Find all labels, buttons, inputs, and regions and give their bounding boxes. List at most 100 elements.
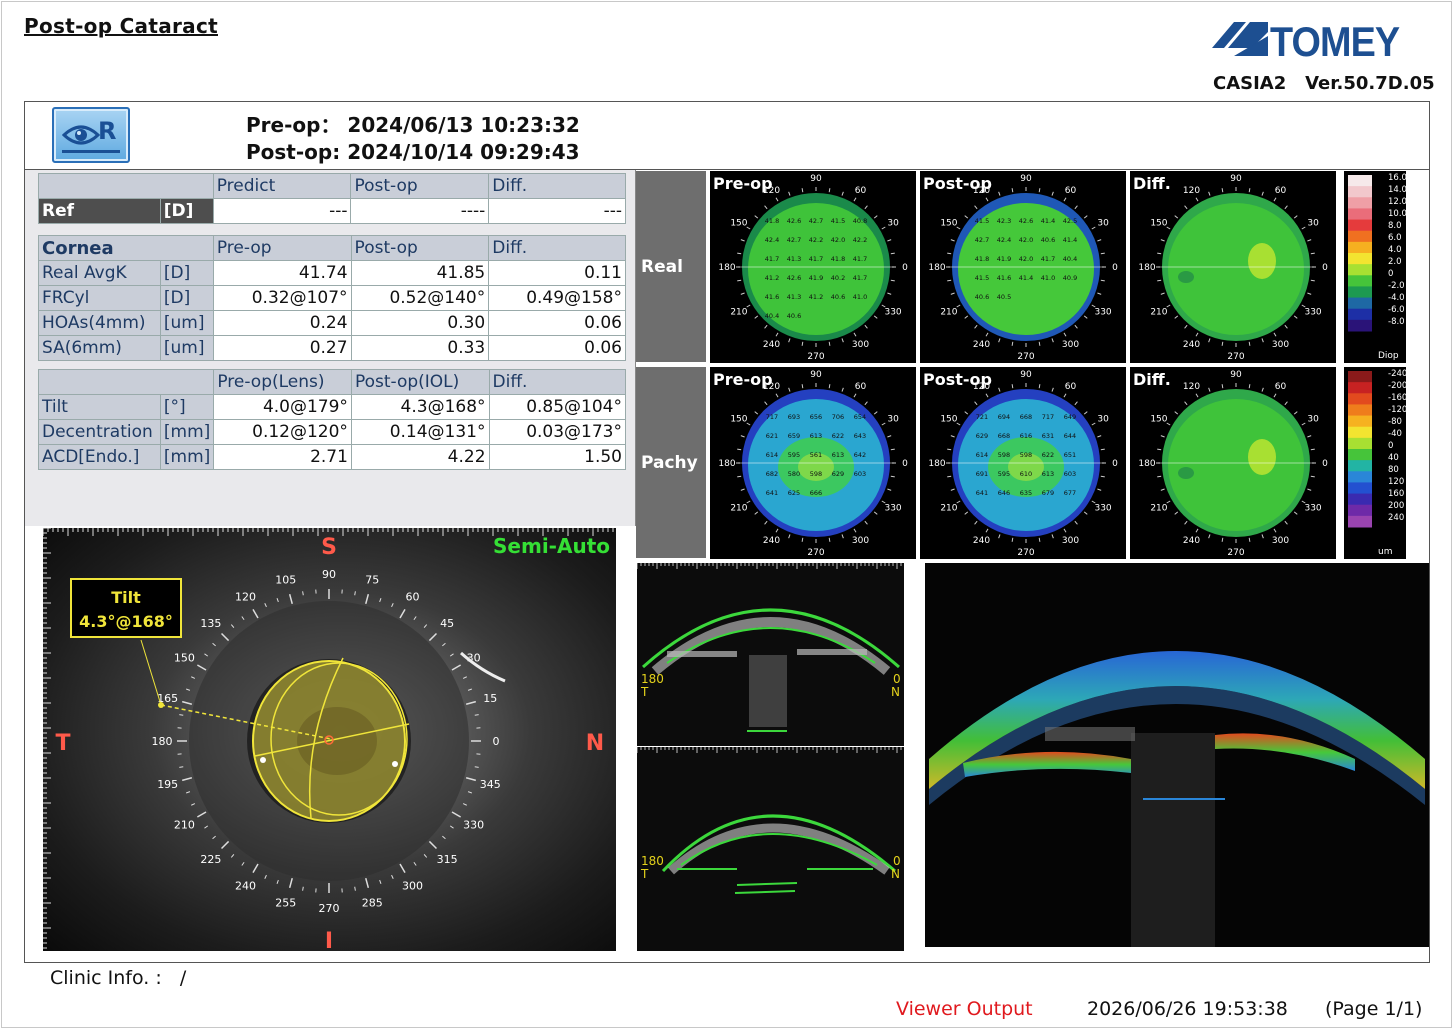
dial-tick bbox=[467, 791, 473, 794]
map-value: 598 bbox=[1020, 451, 1032, 459]
cornea-table: Cornea Pre-op Post-op Diff. Real AvgK [D… bbox=[38, 235, 626, 361]
map-tick bbox=[737, 448, 742, 451]
map-tick bbox=[985, 393, 989, 398]
map-tick bbox=[1261, 534, 1264, 539]
map-tick bbox=[864, 520, 868, 525]
map-row-pachy[interactable]: Pachy bbox=[636, 367, 706, 558]
oct-scan-vertical[interactable]: 180 T 0 N bbox=[637, 747, 904, 951]
oct-scan-horizontal[interactable]: 180 T 0 N bbox=[637, 563, 904, 746]
pachy-diff-map[interactable]: Diff. 90 60 30 0 330 300 270 240 210 180 150 120 bbox=[1130, 367, 1336, 559]
real-diff-map[interactable]: Diff. 90 60 30 0 330 300 270 240 210 180 150 120 bbox=[1130, 171, 1336, 363]
map-tick bbox=[853, 332, 857, 337]
map-tick bbox=[1310, 475, 1315, 478]
scale-tick: -160 bbox=[1388, 393, 1406, 403]
map-value: 677 bbox=[1064, 489, 1076, 497]
dial-tick bbox=[442, 835, 446, 840]
map-value: 646 bbox=[998, 489, 1010, 497]
map-tick bbox=[1063, 197, 1067, 202]
scale-tick: -200 bbox=[1388, 381, 1406, 391]
map-tick bbox=[1083, 511, 1088, 515]
ref-label: Ref bbox=[38, 198, 161, 224]
map-tick bbox=[998, 191, 1001, 196]
scale-swatch bbox=[1348, 186, 1372, 198]
map-row-real[interactable]: Real bbox=[636, 171, 706, 362]
anterior-eye-photo[interactable]: 105 90 75 120 60 135 45 150 30 165 15 180 0 195 345 210… bbox=[43, 528, 616, 951]
exam-header bbox=[25, 102, 1429, 170]
map-axis-label: 300 bbox=[1062, 340, 1079, 350]
map-value: 691 bbox=[976, 470, 988, 478]
row-label: SA(6mm) bbox=[38, 335, 161, 361]
map-value: 629 bbox=[976, 432, 988, 440]
refraction-table: Predict Post-op Diff. Ref [D] --- ---- -… bbox=[38, 173, 626, 224]
map-tick bbox=[1051, 534, 1054, 539]
map-tick bbox=[737, 252, 742, 255]
pachy-scale: -240 -200 -160 -120 -80 -40 0 40 80 120 160 200 240 u… bbox=[1344, 367, 1407, 559]
map-value: 595 bbox=[788, 451, 800, 459]
map-tick bbox=[985, 197, 989, 202]
oct-bottom-right-side: N bbox=[891, 867, 900, 881]
map-tick bbox=[1100, 475, 1105, 478]
map-tick bbox=[1301, 422, 1306, 426]
map-axis-label: 90 bbox=[1230, 174, 1242, 184]
eye-icon bbox=[62, 125, 100, 145]
cell-postop: 0.30 bbox=[350, 310, 490, 336]
map-value: 721 bbox=[976, 413, 988, 421]
dial-tick bbox=[451, 664, 462, 671]
cell-diff: 0.85@104° bbox=[488, 394, 627, 420]
scale-tick: 200 bbox=[1388, 501, 1404, 511]
pachy-preop-map[interactable]: Pre-op 90 60 30 0 330 300 270 240 210 180 150 120 71… bbox=[710, 367, 916, 559]
map-axis-label: 270 bbox=[1017, 548, 1034, 558]
dial-tick bbox=[474, 714, 479, 716]
row-unit: [mm] bbox=[159, 419, 215, 445]
map-value: 41.4 bbox=[1019, 274, 1033, 282]
map-tick bbox=[1157, 448, 1162, 451]
lens-header-diff: Diff. bbox=[488, 369, 627, 395]
dial-tick bbox=[230, 624, 235, 628]
lens-table: Pre-op(Lens) Post-op(IOL) Diff. Tilt [°]… bbox=[37, 369, 627, 470]
map-value: 41.8 bbox=[765, 217, 779, 225]
map-tick bbox=[764, 324, 768, 329]
dial-tick bbox=[391, 874, 394, 879]
map-zone bbox=[1168, 399, 1304, 531]
real-preop-map[interactable]: Pre-op 90 60 30 0 330 300 270 240 210 180 150 120 41… bbox=[710, 171, 916, 363]
oct-bottom-right-angle: 0 bbox=[893, 854, 901, 868]
oct-top-left-angle: 180 bbox=[641, 672, 664, 686]
map-value: 41.2 bbox=[809, 293, 823, 301]
pachy-postop-map[interactable]: Post-op 90 60 30 0 330 300 270 240 210 180 150 120 7… bbox=[920, 367, 1126, 559]
scale-tick: 14.0 bbox=[1388, 185, 1406, 195]
map-tick bbox=[775, 332, 779, 337]
map-tick bbox=[1195, 393, 1199, 398]
dial-tick bbox=[241, 616, 245, 621]
scale-tick: -4.0 bbox=[1388, 293, 1405, 303]
scale-swatch bbox=[1348, 449, 1372, 461]
map-value: 693 bbox=[788, 413, 800, 421]
map-value: 42.6 bbox=[787, 274, 801, 282]
map-tick bbox=[1100, 252, 1105, 255]
map-tick bbox=[887, 435, 892, 438]
map-tick bbox=[1221, 341, 1224, 346]
map-axis-label: 210 bbox=[730, 504, 747, 514]
map-value: 40.8 bbox=[853, 217, 867, 225]
map-tick bbox=[1100, 279, 1105, 282]
map-value: 41.8 bbox=[831, 255, 845, 263]
map-tick bbox=[1051, 338, 1054, 343]
row-label: Real AvgK bbox=[38, 260, 161, 286]
map-value: 41.5 bbox=[831, 217, 845, 225]
dial-angle-label: 105 bbox=[275, 574, 296, 587]
oct-3d-section[interactable] bbox=[925, 563, 1429, 947]
map-axis-label: 240 bbox=[1183, 340, 1200, 350]
dial-tick bbox=[252, 863, 259, 874]
map-tick bbox=[887, 292, 892, 295]
nasal-marker: N bbox=[586, 731, 604, 756]
map-axis-label: 270 bbox=[807, 548, 824, 558]
map-axis-label: 60 bbox=[1275, 382, 1287, 392]
right-eye-button[interactable]: R bbox=[52, 107, 130, 163]
dial-tick bbox=[442, 642, 446, 647]
real-postop-map[interactable]: Post-op 90 60 30 0 330 300 270 240 210 180 150 120 4… bbox=[920, 171, 1126, 363]
cornea-header-postop: Post-op bbox=[350, 235, 490, 261]
map-axis-label: 180 bbox=[1138, 459, 1155, 469]
device-name: CASIA2 bbox=[1213, 73, 1287, 94]
scale-tick: 0 bbox=[1388, 441, 1393, 451]
map-value: 598 bbox=[810, 470, 822, 478]
map-axis-label: 60 bbox=[1065, 382, 1077, 392]
